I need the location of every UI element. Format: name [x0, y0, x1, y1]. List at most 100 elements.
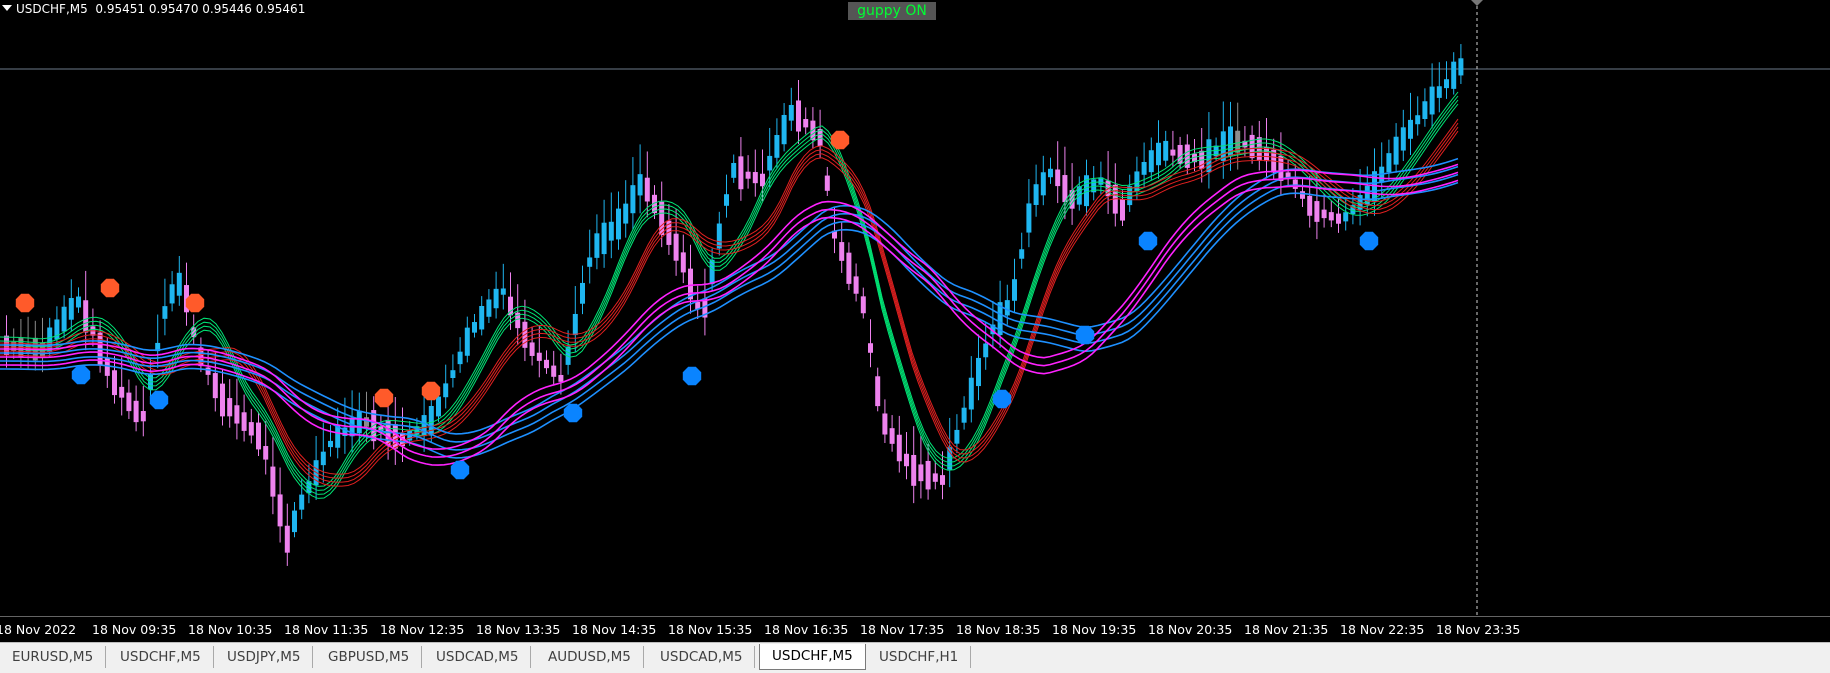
- candle-body: [1400, 127, 1406, 151]
- time-axis-label: 18 Nov 19:35: [1052, 622, 1137, 637]
- candle-body: [1343, 212, 1349, 222]
- tab-usdchf-m5-active[interactable]: USDCHF,M5: [759, 644, 866, 670]
- tab-audusd-m5[interactable]: AUDUSD,M5: [536, 646, 644, 668]
- candle-body: [472, 322, 477, 333]
- guppy-status-badge[interactable]: guppy ON: [848, 2, 936, 20]
- candle-body: [824, 175, 830, 191]
- candle-body: [1300, 191, 1305, 199]
- sell-signal-icon: [100, 278, 120, 298]
- candle-body: [277, 494, 283, 527]
- candle-body: [1012, 279, 1017, 301]
- candle-body: [500, 288, 506, 295]
- candle-body: [263, 446, 269, 460]
- candle-body: [781, 114, 787, 145]
- candle-body: [234, 405, 240, 424]
- candle-body: [680, 252, 686, 273]
- candle-body: [1170, 149, 1176, 156]
- sell-signal-icon: [185, 293, 205, 313]
- buy-signal-icon: [992, 389, 1012, 409]
- candle-body: [630, 185, 636, 214]
- candle-body: [320, 451, 326, 466]
- time-axis: 18 Nov 2022 18 Nov 09:35 18 Nov 10:35 18…: [0, 617, 1830, 641]
- candle-body: [1422, 101, 1428, 120]
- candle-body: [1393, 136, 1399, 165]
- candle-body: [925, 460, 931, 490]
- price-chart[interactable]: [0, 0, 1830, 617]
- candle-body: [760, 173, 765, 187]
- candle-body: [961, 407, 967, 423]
- time-axis-label: 18 Nov 17:35: [860, 622, 945, 637]
- candle-body: [1148, 150, 1154, 173]
- candle-body: [133, 400, 139, 423]
- sell-signal-icon: [374, 388, 394, 408]
- buy-signal-icon: [563, 403, 583, 423]
- candle-body: [1062, 175, 1068, 203]
- candle-body: [637, 174, 643, 196]
- tab-usdcad-m5[interactable]: USDCAD,M5: [424, 646, 532, 668]
- buy-signal-icon: [1138, 231, 1158, 251]
- candle-body: [752, 172, 758, 184]
- candle-body: [1451, 61, 1457, 89]
- candle-body: [904, 453, 909, 467]
- candle-body: [918, 464, 924, 482]
- candle-body: [335, 425, 341, 448]
- time-axis-label: 18 Nov 13:35: [476, 622, 561, 637]
- candle-body: [1336, 213, 1341, 224]
- candle-body: [1328, 212, 1334, 221]
- candle-body: [896, 434, 902, 462]
- candle-body: [1249, 134, 1255, 159]
- candle-body: [839, 242, 845, 261]
- candle-body: [796, 100, 801, 132]
- tab-usdchf-m5[interactable]: USDCHF,M5: [108, 646, 214, 668]
- sell-signal-icon: [15, 293, 35, 313]
- time-axis-label: 18 Nov 09:35: [92, 622, 177, 637]
- tab-usdchf-h1[interactable]: USDCHF,H1: [867, 646, 972, 668]
- candle-body: [356, 410, 362, 434]
- buy-signal-icon: [450, 460, 470, 480]
- candle-body: [450, 370, 456, 378]
- candle-body: [853, 276, 859, 294]
- candle-body: [1048, 168, 1053, 178]
- candle-body: [1040, 172, 1046, 196]
- sell-signal-icon: [830, 130, 850, 150]
- candle-body: [536, 352, 542, 361]
- scroll-marker-icon: [1471, 0, 1483, 6]
- candle-body: [983, 343, 989, 358]
- candle-body: [479, 305, 485, 330]
- candle-body: [608, 221, 614, 241]
- long-ema-line: [0, 179, 1459, 466]
- candle-body: [976, 357, 981, 387]
- candle-body: [292, 510, 297, 533]
- tab-usdjpy-m5[interactable]: USDJPY,M5: [215, 646, 314, 668]
- candle-body: [940, 475, 945, 485]
- candle-body: [68, 298, 74, 320]
- time-axis-label: 18 Nov 10:35: [188, 622, 273, 637]
- time-axis-label: 18 Nov 20:35: [1148, 622, 1233, 637]
- candle-body: [140, 411, 146, 422]
- candle-body: [328, 440, 333, 448]
- candle-body: [227, 398, 233, 417]
- candle-body: [212, 373, 218, 399]
- candle-body: [1141, 162, 1147, 175]
- tab-eurusd-m5[interactable]: EURUSD,M5: [0, 646, 107, 668]
- candle-body: [968, 377, 974, 410]
- candle-body: [248, 422, 254, 436]
- chart-window[interactable]: USDCHF,M5 0.95451 0.95470 0.95446 0.9546…: [0, 0, 1830, 617]
- candle-body: [1256, 137, 1262, 161]
- dropdown-triangle-icon[interactable]: [2, 5, 12, 11]
- candle-body: [860, 296, 866, 314]
- candle-body: [1321, 209, 1327, 219]
- candle-body: [774, 135, 780, 158]
- candle-body: [731, 162, 737, 178]
- candle-body: [169, 284, 175, 304]
- candle-body: [724, 194, 729, 206]
- candle-body: [256, 422, 261, 450]
- candle-body: [1055, 169, 1061, 187]
- candle-body: [601, 222, 607, 255]
- tab-gbpusd-m5[interactable]: GBPUSD,M5: [316, 646, 423, 668]
- tab-usdcad-m5-2[interactable]: USDCAD,M5: [648, 646, 756, 668]
- time-axis-label: 18 Nov 22:35: [1340, 622, 1425, 637]
- time-axis-label: 18 Nov 21:35: [1244, 622, 1329, 637]
- candle-body: [1019, 249, 1025, 259]
- candle-body: [1429, 86, 1435, 115]
